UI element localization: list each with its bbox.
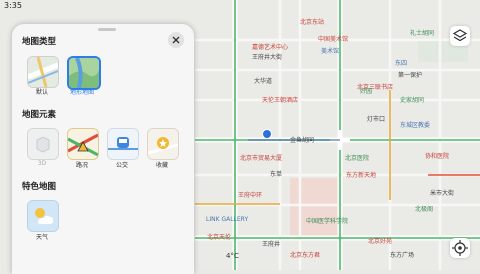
element-label: 3D bbox=[37, 160, 47, 167]
favorite-star-icon bbox=[148, 129, 178, 159]
section-title-map-elements: 地图元素 bbox=[22, 110, 57, 120]
map-label: 礼士胡同 bbox=[410, 30, 435, 37]
map-label: 东方新天地 bbox=[346, 172, 377, 179]
map-label: 中国美术馆 bbox=[318, 36, 349, 43]
weather-icon bbox=[28, 201, 58, 231]
element-label: 路况 bbox=[75, 162, 88, 169]
map-label: 东单 bbox=[270, 171, 283, 178]
terrain-map-icon bbox=[69, 58, 99, 88]
layers-button[interactable] bbox=[450, 26, 470, 46]
map-label: 协和医院 bbox=[425, 153, 450, 160]
map-label: 嘉德艺术中心 bbox=[252, 44, 289, 51]
map-type-label: 地形地图 bbox=[69, 89, 94, 96]
element-label: 公交 bbox=[115, 162, 128, 169]
map-type-label: 默认 bbox=[35, 89, 48, 96]
map-label: 北京好苑 bbox=[368, 238, 393, 245]
3d-building-icon bbox=[28, 129, 58, 159]
map-label: 天伦王朝酒店 bbox=[262, 97, 299, 104]
map-type-terrain[interactable] bbox=[67, 56, 101, 90]
map-label: 东方广场 bbox=[390, 252, 415, 259]
current-location-marker bbox=[262, 129, 272, 139]
map-label: 北京市贸易大厦 bbox=[240, 155, 283, 162]
map-label: 王府井大街 bbox=[252, 54, 283, 61]
map-label: 美术馆 bbox=[321, 48, 340, 55]
close-button[interactable] bbox=[168, 32, 184, 48]
map-label: 北极阁 bbox=[415, 206, 434, 213]
map-label: 北京医院 bbox=[345, 155, 370, 162]
map-label: 金鱼胡同 bbox=[290, 137, 315, 144]
map-label: 王府井 bbox=[262, 241, 281, 248]
map-type-default[interactable] bbox=[27, 56, 59, 88]
map-label: 灯市口 bbox=[367, 116, 386, 123]
map-label: 北京天伦 bbox=[207, 234, 232, 241]
map-layers-panel: 地图类型 默认 地形地图 地图元素 3D 路况 公交 收藏 特色地图 天气 bbox=[12, 24, 194, 274]
map-label: 东城区教委 bbox=[400, 122, 431, 129]
map-label: 东四 bbox=[395, 60, 408, 67]
panel-drag-handle[interactable] bbox=[98, 28, 116, 31]
section-title-featured: 特色地图 bbox=[22, 182, 57, 192]
element-traffic[interactable] bbox=[67, 128, 99, 160]
map-label: 中国医学科学院 bbox=[306, 218, 349, 225]
map-label: 王府中环 bbox=[238, 192, 263, 199]
featured-label: 天气 bbox=[35, 234, 48, 241]
element-label: 收藏 bbox=[155, 162, 168, 169]
bus-icon bbox=[108, 129, 138, 159]
locate-button[interactable] bbox=[450, 238, 470, 258]
map-label: 好园 bbox=[360, 88, 373, 95]
default-map-icon bbox=[28, 57, 58, 87]
temperature-label: 4°C bbox=[226, 252, 239, 260]
map-label: 北京东站 bbox=[300, 19, 325, 26]
map-label: 米市大街 bbox=[430, 190, 455, 197]
featured-weather[interactable] bbox=[27, 200, 59, 232]
map-label: 北京东方君 bbox=[290, 252, 321, 259]
element-bus[interactable] bbox=[107, 128, 139, 160]
traffic-icon bbox=[68, 129, 98, 159]
map-label: 史家胡同 bbox=[400, 97, 425, 104]
layers-icon bbox=[452, 29, 468, 42]
map-label: LINK GALLERY bbox=[206, 216, 249, 223]
section-title-map-type: 地图类型 bbox=[22, 37, 57, 47]
map-label: 第一保护 bbox=[398, 72, 423, 79]
close-icon bbox=[172, 36, 180, 44]
status-time: 3:35 bbox=[4, 1, 22, 10]
element-3d[interactable] bbox=[27, 128, 59, 160]
map-label: 大华道 bbox=[254, 78, 273, 85]
locate-icon bbox=[452, 240, 468, 256]
element-favorites[interactable] bbox=[147, 128, 179, 160]
